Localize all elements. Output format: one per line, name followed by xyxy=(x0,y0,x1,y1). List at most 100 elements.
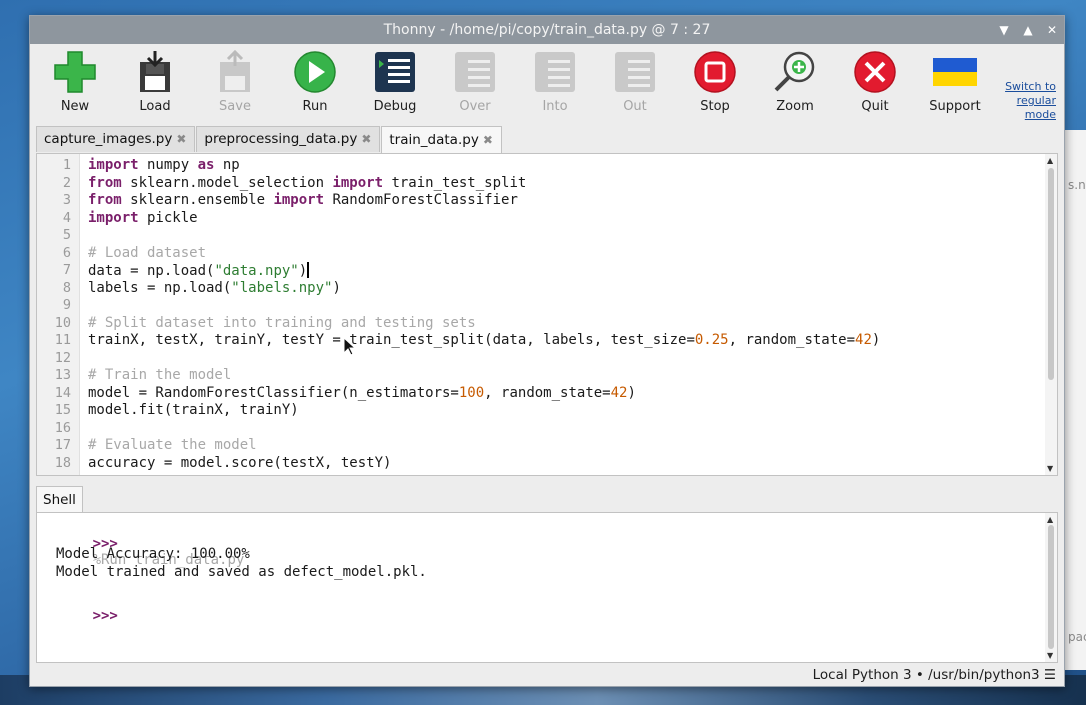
editor-tabs: capture_images.py ✖ preprocessing_data.p… xyxy=(36,126,503,153)
code-line[interactable]: 18 accuracy = model.score(testX, testY) xyxy=(37,455,1045,473)
line-number: 18 xyxy=(54,454,71,471)
background-window-text: s.np xyxy=(1068,178,1086,192)
scrollbar-thumb[interactable] xyxy=(1048,525,1054,649)
zoom-button[interactable]: Zoom xyxy=(762,50,828,120)
interpreter-status[interactable]: Local Python 3 • /usr/bin/python3 ☰ xyxy=(813,667,1056,683)
quit-button[interactable]: Quit xyxy=(842,50,908,120)
tab-train-data[interactable]: train_data.py ✖ xyxy=(381,126,502,153)
step-out-button[interactable]: Out xyxy=(602,50,668,120)
line-number: 16 xyxy=(54,419,71,436)
support-button[interactable]: Support xyxy=(922,50,988,120)
line-number: 4 xyxy=(62,209,71,226)
close-tab-icon[interactable]: ✖ xyxy=(483,128,493,153)
line-number: 17 xyxy=(54,437,71,453)
code-line[interactable]: 5 xyxy=(37,227,1045,245)
code-editor[interactable]: 1 import numpy as np 2 from sklearn.model_s… xyxy=(36,153,1058,476)
stop-button[interactable]: Stop xyxy=(682,50,748,120)
code-text: trainX, testX, trainY, testY = train_tes… xyxy=(88,332,881,348)
tab-preprocessing-data[interactable]: preprocessing_data.py ✖ xyxy=(196,126,381,152)
run-icon xyxy=(294,51,336,93)
stop-icon xyxy=(694,51,736,93)
code-text: model = RandomForestClassifier(n_estimat… xyxy=(88,384,636,401)
tab-label: preprocessing_data.py xyxy=(204,131,358,147)
toolbar: New Load Save Run Debug Over Into Out St… xyxy=(30,44,1064,126)
scroll-up-icon[interactable]: ▲ xyxy=(1047,156,1053,165)
code-line[interactable]: 8 labels = np.load("labels.npy") xyxy=(37,280,1045,298)
code-line[interactable]: 16 xyxy=(37,420,1045,438)
code-line[interactable]: 10 # Split dataset into training and test… xyxy=(37,315,1045,333)
step-over-button[interactable]: Over xyxy=(442,50,508,120)
tab-capture-images[interactable]: capture_images.py ✖ xyxy=(36,126,196,152)
editor-scrollbar[interactable]: ▲ ▼ xyxy=(1045,154,1057,475)
tab-label: train_data.py xyxy=(389,131,479,148)
close-icon[interactable]: ✕ xyxy=(1046,16,1058,44)
text-caret xyxy=(307,262,309,278)
debug-icon xyxy=(375,52,415,92)
ukraine-flag-icon xyxy=(933,58,977,86)
shell-panel[interactable]: >>> %Run train_data.py Model Accuracy: 1… xyxy=(36,512,1058,663)
code-text: # Split dataset into training and testin… xyxy=(88,314,476,331)
zoom-icon xyxy=(774,51,815,92)
line-number: 7 xyxy=(62,262,71,278)
background-window: s.np pac xyxy=(1063,130,1086,670)
code-text: from sklearn.model_selection import trai… xyxy=(88,174,527,191)
step-into-button[interactable]: Into xyxy=(522,50,588,120)
shell-output-line: Model Accuracy: 100.00% xyxy=(56,546,250,562)
close-tab-icon[interactable]: ✖ xyxy=(176,127,186,152)
code-text: data = np.load("data.npy") xyxy=(88,262,309,279)
code-text: # Train the model xyxy=(88,367,232,383)
code-line[interactable]: 1 import numpy as np xyxy=(37,157,1045,175)
save-icon xyxy=(220,49,250,92)
code-line[interactable]: 6 # Load dataset xyxy=(37,245,1045,263)
background-window-text: pac xyxy=(1068,630,1086,644)
minimize-icon[interactable]: ▼ xyxy=(998,16,1010,44)
save-button[interactable]: Save xyxy=(202,49,268,120)
step-out-icon xyxy=(615,52,655,92)
code-line[interactable]: 12 xyxy=(37,350,1045,368)
window-title: Thonny - /home/pi/copy/train_data.py @ 7… xyxy=(383,22,711,38)
mouse-pointer-icon xyxy=(343,337,357,356)
switch-mode-link[interactable]: Switch to regular mode xyxy=(992,80,1056,122)
scroll-down-icon[interactable]: ▼ xyxy=(1047,464,1053,473)
code-line[interactable]: 17 # Evaluate the model xyxy=(37,437,1045,455)
tab-label: capture_images.py xyxy=(44,131,173,147)
code-line[interactable]: 2 from sklearn.model_selection import tra… xyxy=(37,175,1045,193)
code-text: import pickle xyxy=(88,209,198,226)
debug-button[interactable]: Debug xyxy=(362,50,428,120)
scroll-up-icon[interactable]: ▲ xyxy=(1047,515,1053,524)
thonny-window: Thonny - /home/pi/copy/train_data.py @ 7… xyxy=(29,15,1065,687)
code-text: accuracy = model.score(testX, testY) xyxy=(88,454,392,471)
shell-tab[interactable]: Shell xyxy=(36,486,83,513)
code-line[interactable]: 13 # Train the model xyxy=(37,367,1045,385)
shell-scrollbar[interactable]: ▲ ▼ xyxy=(1045,513,1057,662)
step-over-icon xyxy=(455,52,495,92)
run-button[interactable]: Run xyxy=(282,50,348,120)
close-tab-icon[interactable]: ✖ xyxy=(361,127,371,152)
line-number: 9 xyxy=(62,297,71,313)
code-line[interactable]: 14 model = RandomForestClassifier(n_estim… xyxy=(37,385,1045,403)
line-number: 14 xyxy=(54,384,71,401)
title-bar[interactable]: Thonny - /home/pi/copy/train_data.py @ 7… xyxy=(30,16,1064,44)
code-line[interactable]: 4 import pickle xyxy=(37,210,1045,228)
status-bar[interactable]: Local Python 3 • /usr/bin/python3 ☰ xyxy=(30,664,1064,686)
code-line[interactable]: 15 model.fit(trainX, trainY) xyxy=(37,402,1045,420)
code-text: # Load dataset xyxy=(88,244,207,261)
scroll-down-icon[interactable]: ▼ xyxy=(1047,651,1053,660)
step-into-icon xyxy=(535,52,575,92)
code-line[interactable]: 9 xyxy=(37,297,1045,315)
shell-output-line: Model trained and saved as defect_model.… xyxy=(56,564,427,580)
quit-icon xyxy=(854,51,896,93)
shell-prompt: >>> xyxy=(92,608,118,624)
line-number: 2 xyxy=(62,174,71,191)
line-number: 1 xyxy=(62,157,71,173)
load-button[interactable]: Load xyxy=(122,50,188,120)
line-number: 8 xyxy=(62,279,71,296)
maximize-icon[interactable]: ▲ xyxy=(1022,16,1034,44)
scrollbar-thumb[interactable] xyxy=(1048,168,1054,380)
code-line[interactable]: 11 trainX, testX, trainY, testY = train_t… xyxy=(37,332,1045,350)
code-line[interactable]: 3 from sklearn.ensemble import RandomFore… xyxy=(37,192,1045,210)
new-file-icon xyxy=(54,51,96,93)
line-number: 12 xyxy=(54,349,71,366)
code-line[interactable]: 7 data = np.load("data.npy") xyxy=(37,262,1045,280)
new-button[interactable]: New xyxy=(42,50,108,120)
